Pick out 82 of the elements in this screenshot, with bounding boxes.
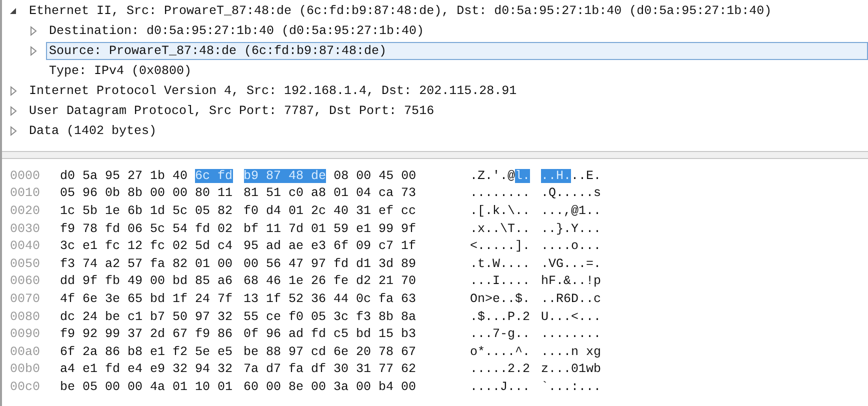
hex-bytes: 3c e1 fc 12 fc 02 5d c4	[60, 239, 233, 254]
ascii-bytes: ..R6D..c	[541, 292, 602, 306]
hex-bytes: f9 78 fd 06 5c 54 fd 02	[60, 222, 233, 236]
hex-bytes: 00 56 47 97 fd d1 3d 89	[244, 256, 416, 271]
hex-bytes: dc 24 be c1 b7 50 97 32	[60, 310, 233, 324]
collapsed-arrow-icon[interactable]	[8, 86, 18, 96]
hex-bytes: 05 96 0b 8b 00 00 80 11	[60, 186, 233, 200]
hex-bytes: 7a d7 fa df 30 31 77 62	[244, 362, 416, 376]
ascii-bytes: .Z.'.@	[470, 168, 516, 183]
ascii-bytes: .Q.....s	[541, 186, 602, 200]
hex-bytes: f0 d4 01 2c 40 31 ef cc	[244, 204, 416, 218]
ascii-bytes: ........	[541, 327, 602, 342]
hex-bytes: 95 ad ae e3 6f 09 c7 1f	[244, 239, 416, 254]
hex-bytes: 13 1f 52 36 44 0c fa 63	[244, 292, 416, 306]
byte-offset: 0020	[9, 204, 42, 218]
hex-bytes: be 88 97 cd 6e 20 78 67	[244, 344, 416, 359]
byte-offset: 0050	[9, 256, 42, 271]
ascii-bytes: ...,@1..	[541, 204, 602, 218]
ascii-bytes: ..H.	[541, 168, 572, 183]
ascii-bytes: <.....].	[470, 239, 530, 254]
expanded-arrow-icon[interactable]	[8, 6, 18, 16]
ascii-bytes: U...<...	[541, 310, 602, 324]
ascii-bytes: o*....^.	[470, 344, 530, 359]
collapsed-arrow-icon[interactable]	[8, 106, 18, 116]
byte-offset: 0010	[9, 186, 42, 200]
hex-bytes: 4f 6e 3e 65 bd 1f 24 7f	[60, 292, 233, 306]
byte-offset: 0000	[9, 168, 42, 183]
ascii-bytes: `...:...	[541, 380, 602, 394]
hex-bytes: be 05 00 00 4a 01 10 01	[60, 380, 233, 394]
hex-bytes: bf 11 7d 01 59 e1 99 9f	[244, 222, 416, 236]
ascii-bytes: ..E.	[571, 168, 602, 183]
ascii-bytes: ..}.Y...	[541, 222, 602, 236]
byte-offset: 0090	[9, 327, 42, 342]
ascii-bytes: l.	[515, 168, 530, 183]
ascii-bytes: ...I....	[470, 274, 530, 288]
byte-offset: 0080	[9, 310, 42, 324]
ascii-bytes: .[.k.\..	[470, 204, 530, 218]
tree-item[interactable]: User Datagram Protocol, Src Port: 7787, Dst Port: 7516	[26, 102, 438, 120]
byte-offset: 0030	[9, 222, 42, 236]
ascii-bytes: .VG...=.	[541, 256, 602, 271]
hex-bytes: 68 46 1e 26 fe d2 21 70	[244, 274, 416, 288]
byte-offset: 00c0	[9, 380, 42, 394]
ascii-bytes: hF.&..!p	[541, 274, 602, 288]
ascii-bytes: .x..\T..	[470, 222, 530, 236]
byte-offset: 0070	[9, 292, 42, 306]
hex-bytes: 1c 5b 1e 6b 1d 5c 05 82	[60, 204, 233, 218]
hex-bytes: 55 ce f0 05 3c f3 8b 8a	[244, 310, 416, 324]
tree-item[interactable]: Source: ProwareT_87:48:de (6c:fd:b9:87:48:de)	[46, 42, 868, 60]
hex-bytes: 6f 2a 86 b8 e1 f2 5e e5	[60, 344, 233, 359]
collapsed-arrow-icon[interactable]	[8, 126, 18, 136]
hex-bytes: b9 87 48 de	[244, 168, 326, 183]
byte-offset: 0040	[9, 239, 42, 254]
hex-bytes: d0 5a 95 27 1b 40	[60, 168, 188, 183]
ascii-bytes: ....o...	[541, 239, 602, 254]
tree-item[interactable]: Destination: d0:5a:95:27:1b:40 (d0:5a:95:27:1b:40)	[46, 22, 428, 40]
ascii-bytes: .....2.2	[470, 362, 530, 376]
tree-item[interactable]: Internet Protocol Version 4, Src: 192.168.1.4, Dst: 202.115.28.91	[26, 82, 520, 100]
tree-item[interactable]: Type: IPv4 (0x0800)	[46, 62, 195, 80]
hex-bytes: 08 00 45 00	[334, 168, 416, 183]
ascii-bytes: .$...P.2	[470, 310, 530, 324]
hex-bytes: dd 9f fb 49 00 bd 85 a6	[60, 274, 233, 288]
ascii-bytes: z...01wb	[541, 362, 602, 376]
ascii-bytes: On>e..$.	[470, 292, 530, 306]
tree-item[interactable]: Data (1402 bytes)	[26, 122, 160, 140]
hex-bytes: 60 00 8e 00 3a 00 b4 00	[244, 380, 416, 394]
byte-offset: 0060	[9, 274, 42, 288]
byte-offset: 00a0	[9, 344, 42, 359]
hex-bytes: 6c fd	[195, 168, 233, 183]
tree-item[interactable]: Ethernet II, Src: ProwareT_87:48:de (6c:fd:b9:87:48:de), Dst: d0:5a:95:27:1b:40 (d0:5a:95:27:1b:40)	[26, 2, 775, 20]
ascii-bytes: ....n xg	[541, 344, 602, 359]
hex-bytes: 81 51 c0 a8 01 04 ca 73	[244, 186, 416, 200]
hex-bytes: f9 92 99 37 2d 67 f9 86	[60, 327, 233, 342]
collapsed-arrow-icon[interactable]	[28, 46, 38, 56]
ascii-bytes: ...7-g..	[470, 327, 530, 342]
hex-bytes: a4 e1 fd e4 e9 32 94 32	[60, 362, 233, 376]
ascii-bytes: ........	[470, 186, 530, 200]
ascii-bytes: .t.W....	[470, 256, 530, 271]
hex-bytes: f3 74 a2 57 fa 82 01 00	[60, 256, 233, 271]
ascii-bytes: ....J...	[470, 380, 530, 394]
hex-bytes: 0f 96 ad fd c5 bd 15 b3	[244, 327, 416, 342]
collapsed-arrow-icon[interactable]	[28, 26, 38, 36]
byte-offset: 00b0	[9, 362, 42, 376]
